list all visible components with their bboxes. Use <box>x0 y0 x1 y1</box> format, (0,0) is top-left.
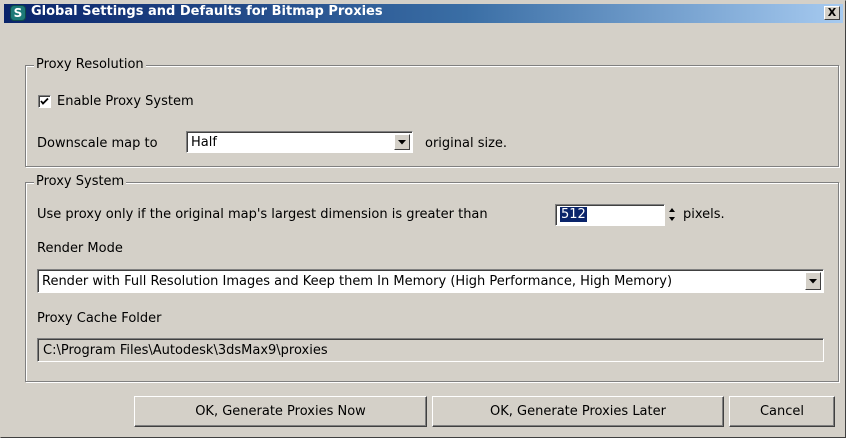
threshold-input[interactable]: 512 <box>555 204 665 226</box>
generate-proxies-now-button[interactable]: OK, Generate Proxies Now <box>134 396 427 427</box>
enable-proxy-checkbox[interactable] <box>38 95 51 108</box>
render-mode-select[interactable]: Render with Full Resolution Images and K… <box>37 269 824 293</box>
render-mode-value: Render with Full Resolution Images and K… <box>42 273 673 289</box>
threshold-value: 512 <box>560 207 587 222</box>
dialog-window: S Global Settings and Defaults for Bitma… <box>0 0 846 438</box>
enable-proxy-label[interactable]: Enable Proxy System <box>57 94 194 110</box>
downscale-suffix-label: original size. <box>425 136 508 151</box>
generate-proxies-later-button[interactable]: OK, Generate Proxies Later <box>432 396 724 427</box>
cache-folder-label: Proxy Cache Folder <box>37 311 162 326</box>
render-mode-dropdown-button[interactable] <box>805 272 821 290</box>
threshold-label: Use proxy only if the original map's lar… <box>37 207 488 222</box>
render-mode-label: Render Mode <box>37 241 123 256</box>
threshold-spinner[interactable] <box>666 205 678 225</box>
window-title: Global Settings and Defaults for Bitmap … <box>31 4 383 19</box>
3ds-max-icon: S <box>10 5 26 21</box>
spinner-up-button[interactable] <box>666 205 678 214</box>
checkmark-icon <box>40 97 49 105</box>
cancel-button[interactable]: Cancel <box>729 396 835 427</box>
spinner-down-icon <box>669 217 675 221</box>
chevron-down-icon <box>809 279 817 284</box>
cache-folder-value: C:\Program Files\Autodesk\3dsMax9\proxie… <box>43 342 328 358</box>
spinner-up-icon <box>669 208 675 212</box>
cache-folder-field[interactable]: C:\Program Files\Autodesk\3dsMax9\proxie… <box>37 338 824 362</box>
downscale-value: Half <box>191 134 217 150</box>
proxy-system-legend: Proxy System <box>34 174 127 190</box>
close-icon: X <box>827 6 837 19</box>
downscale-dropdown-button[interactable] <box>394 134 410 150</box>
chevron-down-icon <box>398 140 406 145</box>
proxy-resolution-legend: Proxy Resolution <box>34 57 146 73</box>
spinner-down-button[interactable] <box>666 215 678 224</box>
proxy-system-group: Proxy System Use proxy only if the origi… <box>25 174 839 382</box>
title-bar[interactable]: S Global Settings and Defaults for Bitma… <box>4 4 843 23</box>
proxy-resolution-group: Proxy Resolution Enable Proxy System Dow… <box>25 57 839 167</box>
threshold-suffix-label: pixels. <box>683 207 725 222</box>
close-button[interactable]: X <box>824 6 840 20</box>
downscale-label: Downscale map to <box>37 136 158 151</box>
downscale-select[interactable]: Half <box>186 131 413 153</box>
